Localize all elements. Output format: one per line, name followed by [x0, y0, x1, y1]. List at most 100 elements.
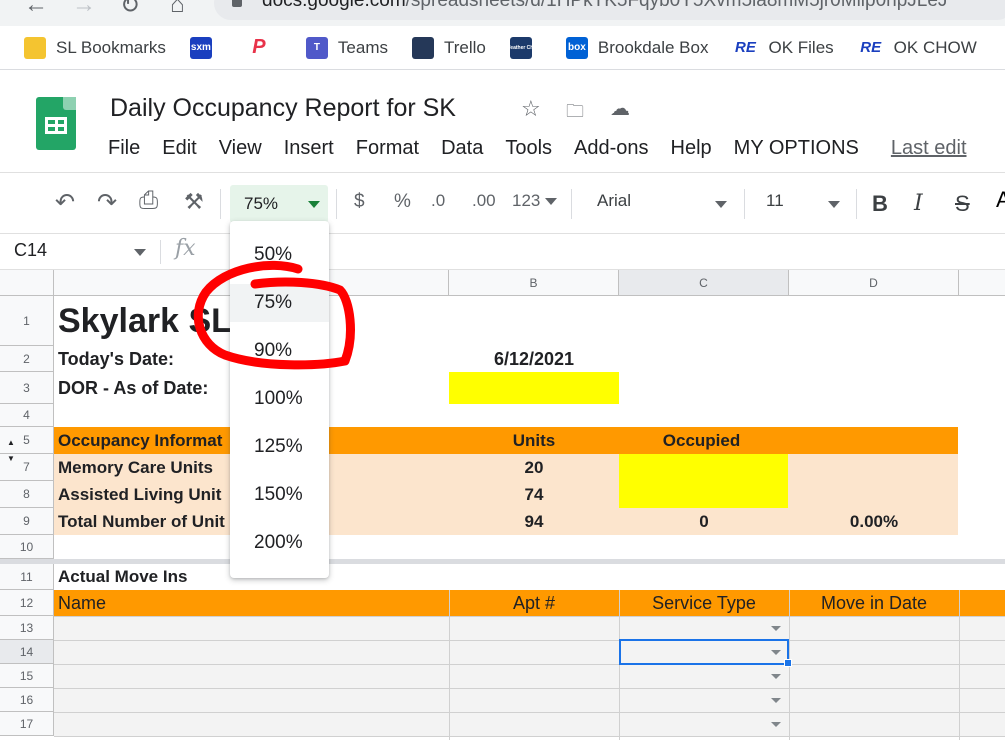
row-header[interactable]: 9	[0, 508, 54, 535]
cell-a12[interactable]: Name	[54, 590, 449, 616]
currency-format-button[interactable]: $	[354, 191, 365, 213]
bookmark-item[interactable]: The Weather Channel	[495, 36, 546, 59]
row-header[interactable]: 14	[0, 640, 54, 664]
bookmark-item[interactable]: RE OK Files	[732, 36, 834, 59]
row-header[interactable]: 3	[0, 372, 54, 404]
spreadsheet-grid[interactable]: B C D 1 2 3 4 5 7 8 9 10 11 12 13 14 15 16 17 ▲ ▼ Skylark SL T…	[0, 270, 1005, 740]
percent-format-button[interactable]: %	[394, 191, 411, 213]
menu-view[interactable]: View	[219, 137, 262, 160]
menu-add-ons[interactable]: Add-ons	[574, 137, 649, 160]
bookmark-item[interactable]: SL Bookmarks	[24, 36, 166, 59]
row-header[interactable]: 8	[0, 481, 54, 508]
menu-tools[interactable]: Tools	[505, 137, 552, 160]
selected-cell-c14[interactable]	[619, 639, 789, 665]
column-header[interactable]: B	[449, 270, 619, 296]
forward-icon[interactable]: →	[72, 0, 96, 19]
menu-edit[interactable]: Edit	[162, 137, 196, 160]
print-icon[interactable]: ⎙	[139, 187, 158, 215]
cell-c12[interactable]: Service Type	[619, 590, 789, 616]
row-header[interactable]: 4	[0, 404, 54, 427]
dropdown-chevron-icon[interactable]	[771, 626, 781, 631]
dropdown-chevron-icon[interactable]	[771, 722, 781, 727]
expand-down-icon[interactable]: ▼	[7, 454, 15, 463]
collapse-up-icon[interactable]: ▲	[7, 438, 15, 447]
cell-c9[interactable]: 0	[619, 508, 789, 535]
sheets-logo-icon[interactable]	[36, 97, 76, 150]
strikethrough-button[interactable]: S	[955, 191, 970, 217]
row-header[interactable]: 1	[0, 296, 54, 346]
home-icon[interactable]: ⌂	[170, 0, 185, 19]
zoom-option[interactable]: 50%	[230, 236, 329, 274]
zoom-option[interactable]: 200%	[230, 524, 329, 562]
bookmark-item[interactable]: Trello	[412, 36, 486, 59]
move-folder-icon[interactable]: 🗀	[566, 99, 584, 129]
row-header[interactable]: 11	[0, 564, 54, 590]
column-header[interactable]: D	[789, 270, 959, 296]
more-formats-button[interactable]: 123	[512, 191, 558, 211]
cell-reference-box[interactable]: C14	[14, 240, 47, 261]
document-title[interactable]: Daily Occupancy Report for SK	[110, 94, 456, 123]
cell-b5[interactable]: Units	[449, 427, 619, 454]
row-header[interactable]: 10	[0, 535, 54, 559]
cell-b8[interactable]: 74	[449, 481, 619, 508]
cell-d12[interactable]: Move in Date	[789, 590, 959, 616]
bookmark-item[interactable]: box Brookdale Box	[565, 36, 708, 59]
row-header[interactable]: 16	[0, 688, 54, 712]
menu-file[interactable]: File	[108, 137, 140, 160]
zoom-option[interactable]: 125%	[230, 428, 329, 466]
url-path: /spreadsheets/d/1HPkTK5Fqyb0Y5Xvm5la8mM5…	[405, 0, 948, 11]
menu-data[interactable]: Data	[441, 137, 483, 160]
redo-icon[interactable]: ↷	[97, 188, 117, 217]
bookmark-item[interactable]: sxm	[189, 36, 222, 59]
back-icon[interactable]: ←	[24, 0, 48, 19]
row-header[interactable]: 12	[0, 590, 54, 616]
cell-d9[interactable]: 0.00%	[789, 508, 959, 535]
font-family-chevron-icon[interactable]	[715, 201, 727, 208]
fill-handle[interactable]	[784, 659, 792, 667]
font-size-select[interactable]: 11	[766, 191, 784, 211]
zoom-select[interactable]: 75%	[230, 185, 328, 223]
paint-format-icon[interactable]: ⚒	[184, 189, 204, 215]
dropdown-chevron-icon[interactable]	[771, 698, 781, 703]
address-url[interactable]: docs.google.com/spreadsheets/d/1HPkTK5Fq…	[262, 0, 947, 12]
undo-icon[interactable]: ↶	[55, 188, 75, 217]
cell-c5[interactable]: Occupied	[619, 427, 784, 454]
menu-my-options[interactable]: MY OPTIONS	[734, 137, 859, 160]
row-header[interactable]: 13	[0, 616, 54, 640]
increase-decimal-button[interactable]: .00	[472, 191, 496, 211]
text-color-icon[interactable]: A	[996, 187, 1005, 213]
zoom-option[interactable]: 75%	[230, 284, 329, 322]
menu-format[interactable]: Format	[356, 137, 419, 160]
zoom-option[interactable]: 90%	[230, 332, 329, 370]
row-header[interactable]: 15	[0, 664, 54, 688]
dropdown-chevron-icon[interactable]	[771, 674, 781, 679]
bold-button[interactable]: B	[872, 191, 888, 217]
url-host: docs.google.com	[262, 0, 406, 11]
reload-icon[interactable]: ↻	[120, 0, 140, 20]
bookmark-item[interactable]: T Teams	[305, 36, 388, 59]
cloud-status-icon[interactable]: ☁	[610, 96, 630, 121]
bookmark-item[interactable]: RE OK CHOW	[857, 36, 977, 59]
cell-b12[interactable]: Apt #	[449, 590, 619, 616]
decrease-decimal-button[interactable]: .0	[431, 191, 445, 211]
row-header[interactable]: 17	[0, 712, 54, 736]
font-family-select[interactable]: Arial	[597, 191, 631, 211]
last-edit-link[interactable]: Last edit	[891, 137, 967, 160]
bookmark-item[interactable]: P	[245, 36, 282, 59]
menu-insert[interactable]: Insert	[284, 137, 334, 160]
zoom-option[interactable]: 100%	[230, 380, 329, 418]
address-bar[interactable]: docs.google.com/spreadsheets/d/1HPkTK5Fq…	[214, 0, 1005, 20]
name-box-chevron-icon[interactable]	[134, 249, 146, 256]
cell-b2-date[interactable]: 6/12/2021	[449, 346, 619, 372]
font-size-chevron-icon[interactable]	[828, 201, 840, 208]
column-header[interactable]: C	[619, 270, 789, 296]
column-header[interactable]	[959, 270, 1005, 296]
menu-help[interactable]: Help	[671, 137, 712, 160]
cell-b9[interactable]: 94	[449, 508, 619, 535]
cell-b7[interactable]: 20	[449, 454, 619, 481]
row-header[interactable]: 2	[0, 346, 54, 372]
zoom-option[interactable]: 150%	[230, 476, 329, 514]
select-all-corner[interactable]	[0, 270, 54, 296]
star-icon[interactable]: ☆	[521, 96, 541, 122]
italic-button[interactable]: I	[914, 191, 923, 216]
